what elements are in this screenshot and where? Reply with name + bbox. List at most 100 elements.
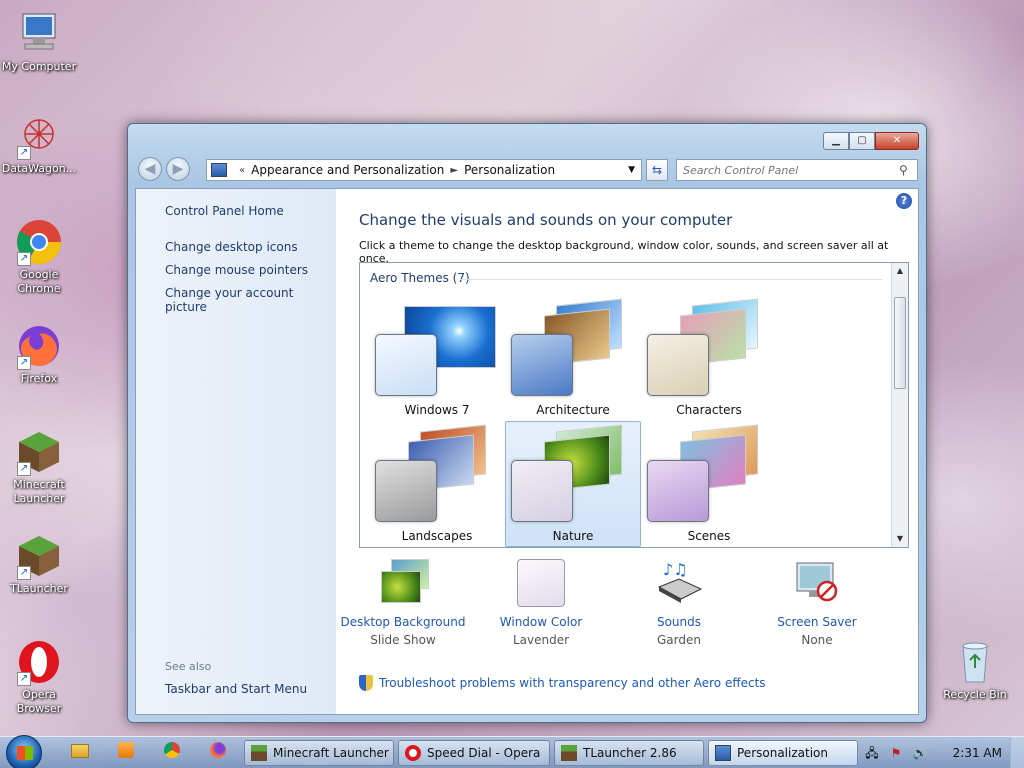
theme-color-swatch <box>375 334 437 396</box>
page-title: Change the visuals and sounds on your co… <box>359 211 733 229</box>
media-player-pinned-icon[interactable] <box>108 741 144 765</box>
taskbar-item-speed-dial-opera[interactable]: Speed Dial - Opera <box>398 740 550 766</box>
navigation-bar: ◀ ▶ « Appearance and Personalization ► P… <box>136 157 918 183</box>
close-button[interactable]: ✕ <box>875 132 919 150</box>
desktop-icon-recycle-bin[interactable]: Recycle Bin <box>936 638 1014 702</box>
scrollbar-thumb[interactable] <box>894 297 906 389</box>
shield-icon <box>359 675 373 691</box>
personalization-window: ▁ ▢ ✕ ◀ ▶ « Appearance and Personalizati… <box>127 123 927 723</box>
desktop-icon-label: My Computer <box>1 60 77 73</box>
breadcrumb-separator-icon[interactable]: ► <box>450 165 458 176</box>
change-desktop-icons-link[interactable]: Change desktop icons <box>165 240 298 254</box>
scroll-down-icon[interactable]: ▼ <box>892 531 908 547</box>
screen-saver-value: None <box>801 633 833 647</box>
desktop-icon-minecraft-launcher[interactable]: ↗ Minecraft Launcher <box>0 428 78 506</box>
overflow-chevron-icon[interactable]: « <box>239 165 245 176</box>
forward-button[interactable]: ▶ <box>166 157 190 181</box>
theme-landscapes[interactable]: Landscapes <box>369 421 505 547</box>
troubleshoot-link[interactable]: Troubleshoot problems with transparency … <box>359 675 766 691</box>
window-color-label: Window Color <box>499 615 583 629</box>
explorer-pinned-icon[interactable] <box>62 741 98 765</box>
scroll-up-icon[interactable]: ▲ <box>892 263 908 279</box>
group-heading: Aero Themes (7) <box>370 271 470 285</box>
desktop-icon-firefox[interactable]: ↗ Firefox <box>0 322 78 386</box>
taskbar-item-personalization[interactable]: Personalization <box>708 740 858 766</box>
search-box[interactable]: ⚲ <box>676 159 918 181</box>
breadcrumb-appearance[interactable]: Appearance and Personalization <box>251 163 444 177</box>
taskbar-item-tlauncher[interactable]: TLauncher 2.86 <box>554 740 704 766</box>
screen-saver-setting[interactable]: Screen Saver None <box>747 557 887 647</box>
theme-label: Scenes <box>687 529 731 543</box>
desktop-background-setting[interactable]: Desktop Background Slide Show <box>333 557 473 647</box>
theme-label: Landscapes <box>401 529 473 543</box>
sounds-setting[interactable]: ♪♫ Sounds Garden <box>609 557 749 647</box>
shortcut-arrow-icon: ↗ <box>17 252 31 266</box>
minecraft-icon: ↗ <box>15 428 63 476</box>
address-dropdown-icon[interactable]: ▼ <box>628 165 635 175</box>
sounds-icon: ♪♫ <box>653 557 705 609</box>
svg-text:♪♫: ♪♫ <box>663 560 688 579</box>
screen-saver-label: Screen Saver <box>777 615 857 629</box>
theme-architecture[interactable]: Architecture <box>505 295 641 421</box>
desktop-icon-tlauncher[interactable]: ↗ TLauncher <box>0 532 78 596</box>
shortcut-arrow-icon: ↗ <box>17 566 31 580</box>
taskbar-start-menu-link[interactable]: Taskbar and Start Menu <box>165 682 307 696</box>
theme-characters[interactable]: Characters <box>641 295 777 421</box>
chrome-icon: ↗ <box>15 218 63 266</box>
show-desktop-button[interactable] <box>1010 737 1024 768</box>
address-bar[interactable]: « Appearance and Personalization ► Perso… <box>206 159 642 181</box>
theme-list: Aero Themes (7) Windows 7 Architecture C… <box>359 262 909 548</box>
theme-list-scrollbar[interactable]: ▲ ▼ <box>891 263 908 547</box>
minimize-button[interactable]: ▁ <box>823 132 849 150</box>
taskbar-item-minecraft-launcher[interactable]: Minecraft Launcher <box>244 740 394 766</box>
start-button[interactable] <box>6 735 42 768</box>
theme-scenes[interactable]: Scenes <box>641 421 777 547</box>
control-panel-icon <box>715 745 731 761</box>
opera-icon <box>405 745 421 761</box>
change-account-picture-link[interactable]: Change your account picture <box>165 286 336 314</box>
network-icon[interactable]: 🖧 <box>864 745 880 761</box>
control-panel-home-link[interactable]: Control Panel Home <box>165 204 284 218</box>
window-color-setting[interactable]: Window Color Lavender <box>471 557 611 647</box>
window-color-icon <box>515 557 567 609</box>
group-divider <box>460 279 882 280</box>
firefox-pinned-icon[interactable] <box>200 741 236 765</box>
sounds-label: Sounds <box>656 615 702 629</box>
desktop-icon-datawagon[interactable]: ↗ DataWagon... <box>0 112 78 176</box>
left-pane: Control Panel Home Change desktop icons … <box>136 189 336 714</box>
desktop-background-value: Slide Show <box>370 633 436 647</box>
search-input[interactable] <box>677 163 899 177</box>
desktop-background-icon <box>377 557 429 609</box>
change-mouse-pointers-link[interactable]: Change mouse pointers <box>165 263 308 277</box>
desktop-icon-my-computer[interactable]: My Computer <box>0 10 78 74</box>
desktop-icon-google-chrome[interactable]: ↗ Google Chrome <box>0 218 78 296</box>
window-color-value: Lavender <box>512 633 570 647</box>
desktop-icon-opera-browser[interactable]: ↗ Opera Browser <box>0 638 78 716</box>
shortcut-arrow-icon: ↗ <box>17 356 31 370</box>
volume-icon[interactable]: 🔊 <box>912 745 928 761</box>
desktop-icon-label: Recycle Bin <box>943 688 1007 701</box>
main-pane: ? Change the visuals and sounds on your … <box>336 189 918 714</box>
maximize-button[interactable]: ▢ <box>849 132 875 150</box>
theme-label: Characters <box>676 403 742 417</box>
breadcrumb-personalization[interactable]: Personalization <box>464 163 555 177</box>
search-icon[interactable]: ⚲ <box>899 163 917 177</box>
taskbar-clock[interactable]: 2:31 AM <box>953 746 1002 760</box>
tlauncher-icon <box>561 745 577 761</box>
taskbar-item-label: Minecraft Launcher <box>273 746 389 760</box>
theme-nature[interactable]: Nature <box>505 421 641 547</box>
see-also-heading: See also <box>165 660 212 673</box>
chrome-pinned-icon[interactable] <box>154 741 190 765</box>
theme-color-swatch <box>647 460 709 522</box>
taskbar-item-label: Speed Dial - Opera <box>427 746 541 760</box>
recycle-bin-icon <box>951 638 999 686</box>
refresh-button[interactable]: ⇆ <box>646 159 668 181</box>
theme-windows-7[interactable]: Windows 7 <box>369 295 505 421</box>
back-button[interactable]: ◀ <box>138 157 162 181</box>
theme-label: Architecture <box>536 403 610 417</box>
action-center-icon[interactable]: ⚑ <box>888 745 904 761</box>
datawagon-icon: ↗ <box>15 112 63 160</box>
theme-color-swatch <box>511 460 573 522</box>
firefox-icon: ↗ <box>15 322 63 370</box>
help-icon[interactable]: ? <box>896 193 912 209</box>
